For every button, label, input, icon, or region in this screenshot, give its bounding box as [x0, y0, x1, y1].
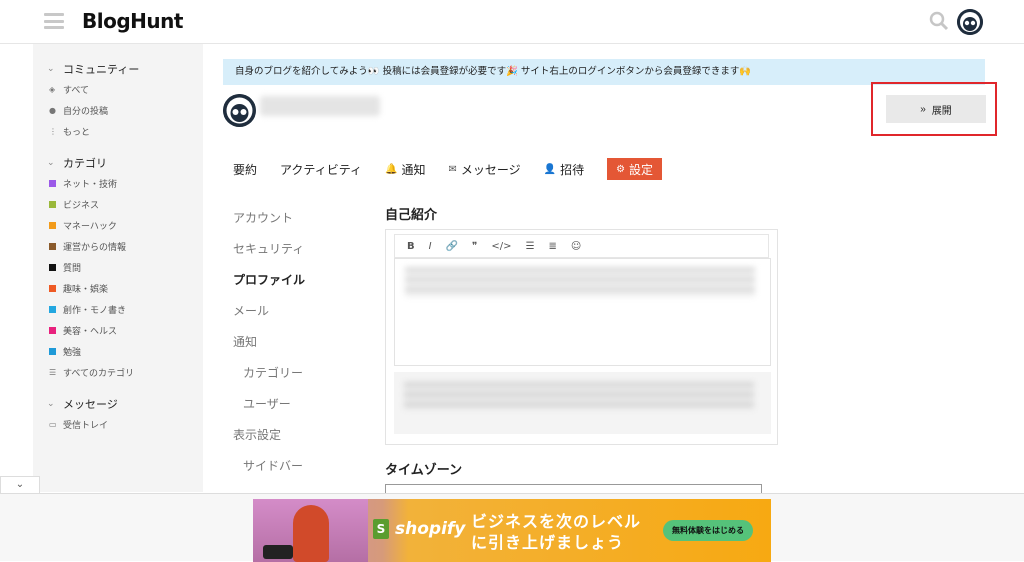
category-color-swatch	[49, 348, 56, 355]
sidebar-item-more[interactable]: ⋮ もっと	[33, 121, 203, 142]
chevron-down-icon: ⌄	[47, 63, 55, 74]
category-color-swatch	[49, 201, 56, 208]
sidebar-item-category[interactable]: 美容・ヘルス	[33, 320, 203, 341]
main-content: 自身のブログを紹介してみよう👀 投稿には会員登録が必要です🎉 サイト右上のログイ…	[203, 44, 1024, 494]
editor-toolbar: B I 🔗 ❞ </> ☰ ≣ ☺	[394, 234, 769, 258]
tab-messages[interactable]: ✉ メッセージ	[448, 158, 520, 180]
double-chevron-down-icon: »	[920, 103, 926, 115]
sidebar-item-category[interactable]: 趣味・娯楽	[33, 278, 203, 299]
settings-nav-security[interactable]: セキュリティ	[233, 235, 305, 266]
profile-avatar[interactable]	[223, 94, 256, 127]
settings-nav-categories[interactable]: カテゴリー	[233, 359, 305, 390]
sidebar: ⌄ コミュニティー ◈ すべて ● 自分の投稿 ⋮ もっと ⌄ カテゴリ ネット・技術 ビ…	[33, 44, 203, 492]
expand-button[interactable]: » 展開	[886, 95, 986, 123]
ad-headline: ビジネスを次のレベル に引き上げましょう	[471, 512, 642, 552]
link-icon[interactable]: 🔗	[446, 241, 458, 252]
sidebar-item-category[interactable]: 運営からの情報	[33, 236, 203, 257]
hamburger-icon[interactable]	[44, 13, 64, 29]
settings-nav-sidebar[interactable]: サイドバー	[233, 452, 305, 483]
site-logo[interactable]: BlogHunt	[82, 9, 183, 33]
quote-icon[interactable]: ❞	[472, 241, 477, 252]
bullet-list-icon[interactable]: ☰	[526, 241, 535, 252]
category-color-swatch	[49, 180, 56, 187]
gear-icon: ⚙	[616, 163, 626, 175]
sidebar-item-category[interactable]: 勉強	[33, 341, 203, 362]
list-icon: ☰	[49, 368, 57, 377]
sidebar-section-category[interactable]: ⌄ カテゴリ	[33, 152, 203, 173]
collapse-ad-button[interactable]: ⌄	[0, 476, 40, 493]
sidebar-item-category[interactable]: マネーハック	[33, 215, 203, 236]
inbox-icon: ▭	[49, 420, 57, 429]
ad-cta-button[interactable]: 無料体験をはじめる	[663, 520, 753, 541]
bio-editor: B I 🔗 ❞ </> ☰ ≣ ☺	[385, 229, 778, 445]
user-plus-icon: 👤	[543, 163, 557, 175]
envelope-icon: ✉	[448, 163, 457, 175]
tab-activity[interactable]: アクティビティ	[280, 158, 362, 180]
numbered-list-icon[interactable]: ≣	[549, 241, 557, 252]
category-color-swatch	[49, 327, 56, 334]
layers-icon: ◈	[49, 85, 56, 94]
username-blurred	[260, 96, 380, 116]
tab-summary[interactable]: 要約	[233, 158, 257, 180]
sidebar-item-my-posts[interactable]: ● 自分の投稿	[33, 100, 203, 121]
shopify-logo: Sshopify	[373, 519, 465, 539]
chevron-down-icon: ⌄	[47, 398, 55, 409]
ad-bar: Sshopify ビジネスを次のレベル に引き上げましょう 無料体験をはじめる	[0, 493, 1024, 562]
sidebar-item-category[interactable]: 創作・モノ書き	[33, 299, 203, 320]
sidebar-item-category[interactable]: ネット・技術	[33, 173, 203, 194]
tab-invite[interactable]: 👤 招待	[544, 158, 584, 180]
category-color-swatch	[49, 264, 56, 271]
sidebar-item-inbox[interactable]: ▭ 受信トレイ	[33, 414, 203, 435]
sidebar-item-category[interactable]: ビジネス	[33, 194, 203, 215]
ad-banner[interactable]: Sshopify ビジネスを次のレベル に引き上げましょう 無料体験をはじめる	[253, 499, 771, 562]
bio-preview	[394, 372, 771, 434]
category-color-swatch	[49, 306, 56, 313]
bold-icon[interactable]: B	[407, 241, 415, 252]
category-color-swatch	[49, 222, 56, 229]
settings-nav-notifications[interactable]: 通知	[233, 328, 305, 359]
category-color-swatch	[49, 243, 56, 250]
tab-notifications[interactable]: 🔔 通知	[385, 158, 425, 180]
settings-nav-account[interactable]: アカウント	[233, 204, 305, 235]
highlight-box: » 展開	[871, 82, 997, 136]
settings-nav-email[interactable]: メール	[233, 297, 305, 328]
blurred-text	[404, 382, 754, 410]
emoji-icon[interactable]: ☺	[571, 241, 581, 252]
italic-icon[interactable]: I	[429, 241, 432, 252]
top-header: BlogHunt	[0, 0, 1024, 44]
chevron-down-icon: ⌄	[15, 479, 25, 490]
user-avatar-icon[interactable]	[957, 9, 983, 35]
blurred-text	[405, 267, 755, 297]
category-color-swatch	[49, 285, 56, 292]
sidebar-section-messages[interactable]: ⌄ メッセージ	[33, 393, 203, 414]
profile-tabs: 要約 アクティビティ 🔔 通知 ✉ メッセージ 👤 招待 ⚙ 設定	[233, 158, 685, 180]
sidebar-section-community[interactable]: ⌄ コミュニティー	[33, 58, 203, 79]
settings-nav-display[interactable]: 表示設定	[233, 421, 305, 452]
bell-icon: 🔔	[384, 163, 398, 175]
more-vertical-icon: ⋮	[49, 127, 57, 136]
sidebar-item-category[interactable]: 質問	[33, 257, 203, 278]
settings-nav-users[interactable]: ユーザー	[233, 390, 305, 421]
shopping-bag-icon: S	[373, 519, 389, 539]
tab-settings[interactable]: ⚙ 設定	[607, 158, 663, 180]
ad-image	[253, 499, 368, 562]
profile-settings: 自己紹介 B I 🔗 ❞ </> ☰ ≣ ☺ タイムゾーン	[385, 204, 778, 494]
search-icon[interactable]	[929, 11, 949, 31]
bio-title: 自己紹介	[385, 208, 438, 223]
sidebar-item-all[interactable]: ◈ すべて	[33, 79, 203, 100]
settings-nav: アカウント セキュリティ プロファイル メール 通知 カテゴリー ユーザー 表示…	[233, 204, 305, 483]
user-icon: ●	[49, 106, 56, 115]
settings-nav-profile[interactable]: プロファイル	[233, 266, 305, 297]
sidebar-item-all-categories[interactable]: ☰ すべてのカテゴリ	[33, 362, 203, 383]
code-icon[interactable]: </>	[491, 241, 511, 252]
chevron-down-icon: ⌄	[47, 157, 55, 168]
bio-textarea[interactable]	[394, 258, 771, 366]
timezone-title: タイムゾーン	[385, 463, 463, 478]
